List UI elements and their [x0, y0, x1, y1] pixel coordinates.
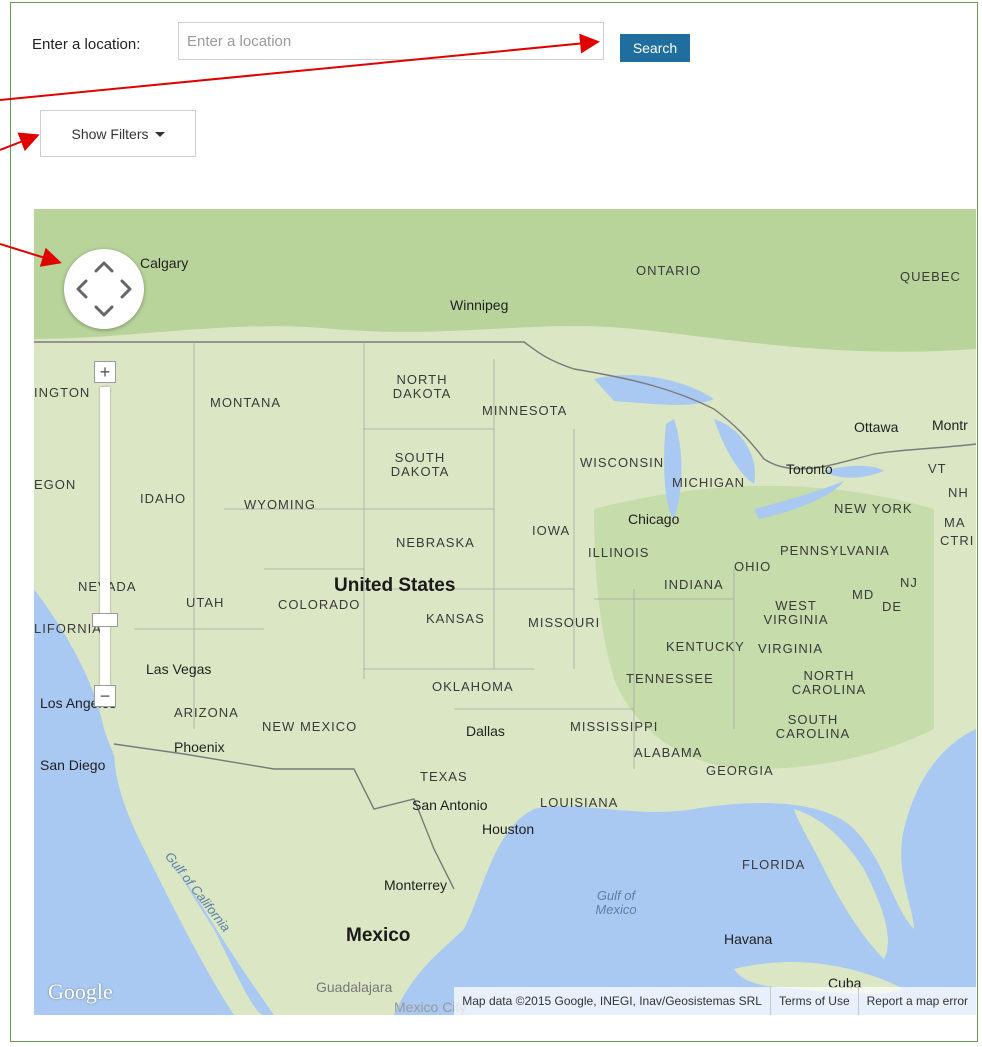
map-label-texas: TEXAS: [420, 769, 468, 784]
map-label-south-carolina: SOUTH CAROLINA: [775, 712, 851, 741]
map-label-missouri: MISSOURI: [528, 615, 601, 630]
map-label-iowa: IOWA: [532, 523, 571, 538]
google-logo: Google: [48, 979, 113, 1004]
map-label-winnipeg: Winnipeg: [450, 297, 509, 313]
map-label-calgary: Calgary: [140, 255, 189, 271]
map-label-pennsylvania: PENNSYLVANIA: [780, 543, 890, 558]
map-label-phoenix: Phoenix: [174, 739, 225, 755]
zoom-slider-track[interactable]: [100, 387, 110, 685]
terms-of-use-link[interactable]: Terms of Use: [769, 987, 858, 1015]
map-label-oklahoma: OKLAHOMA: [432, 679, 514, 694]
map-label-ctri: CTRI: [940, 533, 975, 548]
map-label-havana: Havana: [724, 931, 773, 947]
search-button[interactable]: Search: [620, 34, 690, 62]
map-label-united-states: United States: [334, 575, 456, 596]
map-label-colorado: COLORADO: [278, 597, 361, 612]
zoom-in-button[interactable]: +: [94, 361, 116, 383]
pan-arrows-icon: [76, 261, 132, 317]
map-label-ohio: OHIO: [734, 559, 772, 574]
map-label-nebraska: NEBRASKA: [396, 535, 475, 550]
map-label-san-diego: San Diego: [40, 757, 106, 773]
pan-control[interactable]: [64, 249, 144, 329]
map-label-quebec: QUEBEC: [900, 269, 961, 284]
caret-down-icon: [154, 132, 165, 137]
map-label-nh: NH: [948, 485, 969, 500]
map-label-mexico: Mexico: [346, 925, 411, 946]
map-attribution-bar: Map data ©2015 Google, INEGI, Inav/Geosi…: [454, 987, 976, 1015]
map-label-monterrey: Monterrey: [384, 877, 448, 893]
map-label-north-carolina: NORTH CAROLINA: [791, 668, 867, 697]
map-label-illinois: ILLINOIS: [588, 545, 650, 560]
map-label-san-antonio: San Antonio: [412, 797, 488, 813]
map-label-arizona: ARIZONA: [174, 705, 239, 720]
zoom-slider-thumb[interactable]: [92, 613, 118, 627]
map-label-mississippi: MISSISSIPPI: [570, 719, 659, 734]
map-label-vt: VT: [928, 461, 947, 476]
map-label-guadalajara: Guadalajara: [316, 979, 393, 995]
map-label-ontario: ONTARIO: [636, 263, 702, 278]
map-label-washington: INGTON: [34, 385, 91, 400]
location-label: Enter a location:: [32, 36, 141, 53]
map-label-florida: FLORIDA: [742, 857, 806, 872]
map-label-kentucky: KENTUCKY: [666, 639, 745, 654]
map-label-oregon: EGON: [34, 477, 77, 492]
map-data-attribution: Map data ©2015 Google, INEGI, Inav/Geosi…: [462, 994, 762, 1008]
map-label-md: MD: [852, 587, 875, 602]
map-label-dallas: Dallas: [466, 723, 505, 739]
map-label-indiana: INDIANA: [664, 577, 724, 592]
map-label-houston: Houston: [482, 821, 535, 837]
map-label-north-dakota: NORTH DAKOTA: [392, 372, 452, 401]
map-label-wisconsin: WISCONSIN: [580, 455, 665, 470]
map-label-west-virginia: WEST VIRGINIA: [763, 598, 829, 627]
map-label-montana: MONTANA: [210, 395, 282, 410]
show-filters-label: Show Filters: [71, 125, 149, 142]
map-label-tennessee: TENNESSEE: [626, 671, 714, 686]
map-label-chicago: Chicago: [628, 511, 680, 527]
map-label-minnesota: MINNESOTA: [482, 403, 568, 418]
map-label-de: DE: [882, 599, 903, 614]
map-label-south-dakota: SOUTH DAKOTA: [390, 450, 450, 479]
map-label-idaho: IDAHO: [140, 491, 187, 506]
map-label-utah: UTAH: [186, 595, 225, 610]
map-label-new-york: NEW YORK: [834, 501, 913, 516]
map-label-montreal: Montr: [932, 417, 968, 433]
map-label-kansas: KANSAS: [426, 611, 485, 626]
map-label-ma: MA: [944, 515, 966, 530]
map-label-louisiana: LOUISIANA: [540, 795, 619, 810]
map-label-ottawa: Ottawa: [854, 419, 899, 435]
location-input[interactable]: [178, 22, 604, 60]
map-label-michigan: MICHIGAN: [672, 475, 745, 490]
map-label-las-vegas: Las Vegas: [146, 661, 212, 677]
map-view[interactable]: Calgary Winnipeg ONTARIO QUEBEC INGTON M…: [34, 209, 976, 1015]
map-label-toronto: Toronto: [786, 461, 833, 477]
map-label-new-mexico: NEW MEXICO: [262, 719, 358, 734]
map-label-alabama: ALABAMA: [634, 745, 703, 760]
map-label-wyoming: WYOMING: [244, 497, 316, 512]
map-label-georgia: GEORGIA: [706, 763, 774, 778]
zoom-out-button[interactable]: −: [94, 685, 116, 707]
map-label-virginia: VIRGINIA: [758, 641, 824, 656]
map-label-gulf-of-mexico: Gulf of Mexico: [595, 888, 637, 917]
map-label-nj: NJ: [900, 575, 918, 590]
show-filters-button[interactable]: Show Filters: [40, 110, 196, 157]
report-map-error-link[interactable]: Report a map error: [857, 987, 976, 1015]
